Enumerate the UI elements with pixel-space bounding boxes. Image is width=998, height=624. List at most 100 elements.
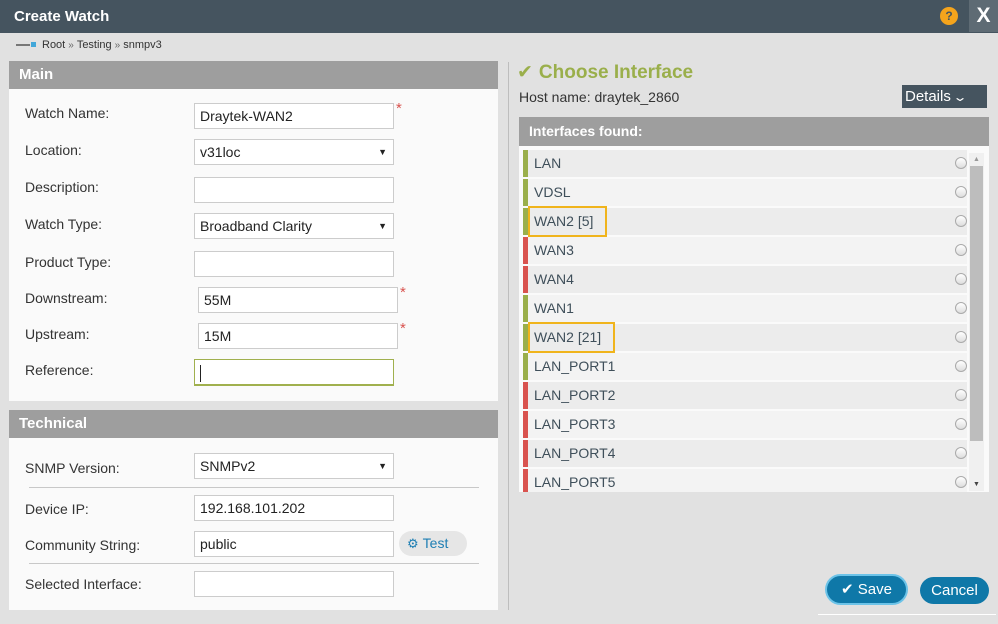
interface-row[interactable]: WAN4 [523, 266, 967, 293]
interface-name: WAN1 [534, 300, 574, 316]
interface-row[interactable]: WAN2 [5] [523, 206, 967, 237]
selected-interface-input[interactable] [194, 571, 394, 597]
breadcrumb-item-testing[interactable]: Testing [77, 39, 112, 51]
status-indicator [523, 440, 528, 467]
required-marker: * [400, 320, 406, 337]
interface-row[interactable]: VDSL [523, 179, 967, 206]
interface-name: LAN_PORT4 [534, 445, 616, 461]
interface-list-scrollbar[interactable]: ▲ ▼ [969, 153, 984, 491]
highlight-box [528, 206, 607, 237]
breadcrumb-separator: » [114, 39, 121, 51]
breadcrumb: Root » Testing » snmpv3 [16, 39, 162, 51]
interface-radio[interactable] [955, 302, 967, 314]
interface-row[interactable]: LAN_PORT2 [523, 382, 967, 409]
status-indicator [523, 150, 528, 177]
device-ip-label: Device IP: [25, 501, 89, 517]
interface-list: LAN VDSL WAN2 [5] WAN3 WAN4 WAN1 WAN2 [21] LAN_… [519, 146, 989, 492]
interface-name: LAN [534, 155, 562, 171]
interface-radio[interactable] [955, 447, 967, 459]
interface-radio[interactable] [955, 186, 967, 198]
scroll-down-arrow-icon[interactable]: ▼ [969, 478, 984, 491]
status-indicator [523, 179, 528, 206]
product-type-input[interactable] [194, 251, 394, 277]
interface-row[interactable]: WAN2 [21] [523, 322, 967, 353]
status-indicator [523, 382, 528, 409]
status-indicator [523, 353, 528, 380]
upstream-input[interactable]: 15M [198, 323, 398, 349]
scroll-thumb[interactable] [970, 166, 983, 441]
snmp-version-select[interactable]: SNMPv2 [194, 453, 394, 479]
interfaces-found-header: Interfaces found: [519, 117, 989, 146]
interface-row[interactable]: LAN [523, 150, 967, 177]
dialog-title: Create Watch [14, 8, 110, 25]
main-section [9, 89, 498, 401]
checkmark-icon: ✔ [841, 581, 858, 598]
save-button-label: Save [857, 581, 892, 598]
interface-name: WAN3 [534, 242, 574, 258]
product-type-label: Product Type: [25, 254, 112, 270]
interface-row[interactable]: WAN1 [523, 295, 967, 322]
interface-row[interactable]: WAN3 [523, 237, 967, 264]
required-marker: * [400, 284, 406, 301]
interface-name: LAN_PORT3 [534, 416, 616, 432]
interface-row[interactable]: LAN_PORT4 [523, 440, 967, 467]
status-indicator [523, 411, 528, 438]
interface-row[interactable]: LAN_PORT5 [523, 469, 967, 492]
close-button[interactable]: X [969, 0, 998, 32]
interface-name: LAN_PORT2 [534, 387, 616, 403]
interface-radio[interactable] [955, 418, 967, 430]
test-button-label: Test [422, 535, 449, 551]
community-string-label: Community String: [25, 537, 141, 553]
interface-radio[interactable] [955, 331, 967, 343]
interface-radio[interactable] [955, 476, 967, 488]
interface-radio[interactable] [955, 215, 967, 227]
snmp-version-label: SNMP Version: [25, 460, 120, 476]
reference-input[interactable] [194, 359, 394, 386]
required-marker: * [396, 100, 402, 117]
status-indicator [523, 237, 528, 264]
interface-radio[interactable] [955, 157, 967, 169]
breadcrumb-item-root[interactable]: Root [42, 39, 65, 51]
status-indicator [523, 266, 528, 293]
chevron-down-icon: ⌄ [952, 90, 968, 104]
location-select[interactable]: v31loc [194, 139, 394, 165]
selected-interface-label: Selected Interface: [25, 576, 142, 592]
save-button[interactable]: ✔ Save [827, 576, 906, 603]
details-button[interactable]: Details⌄ [902, 85, 987, 108]
interface-row[interactable]: LAN_PORT3 [523, 411, 967, 438]
help-icon[interactable]: ? [940, 7, 958, 25]
details-button-label: Details [905, 88, 951, 105]
test-button[interactable]: ⚙ Test [399, 531, 467, 556]
text-cursor [200, 364, 201, 382]
status-indicator [523, 295, 528, 322]
watch-type-select[interactable]: Broadband Clarity [194, 213, 394, 239]
cancel-button[interactable]: Cancel [920, 577, 989, 604]
host-name: Host name: draytek_2860 [519, 89, 680, 105]
community-string-input[interactable]: public [194, 531, 394, 557]
choose-interface-title-text: Choose Interface [538, 62, 694, 83]
interface-radio[interactable] [955, 273, 967, 285]
interface-name: VDSL [534, 184, 571, 200]
location-label: Location: [25, 142, 82, 158]
downstream-input[interactable]: 55M [198, 287, 398, 313]
watch-name-input[interactable]: Draytek-WAN2 [194, 103, 394, 129]
breadcrumb-item-snmpv3[interactable]: snmpv3 [123, 39, 162, 51]
description-label: Description: [25, 179, 99, 195]
scroll-up-arrow-icon[interactable]: ▲ [969, 153, 984, 166]
main-section-header: Main [9, 61, 498, 89]
interface-radio[interactable] [955, 244, 967, 256]
device-ip-input[interactable]: 192.168.101.202 [194, 495, 394, 521]
choose-interface-title: ✔ Choose Interface [517, 61, 693, 84]
watch-name-label: Watch Name: [25, 105, 110, 121]
status-indicator [523, 469, 528, 492]
interface-radio[interactable] [955, 389, 967, 401]
column-divider [508, 62, 509, 610]
interface-row[interactable]: LAN_PORT1 [523, 353, 967, 380]
technical-section-header: Technical [9, 410, 498, 438]
description-input[interactable] [194, 177, 394, 203]
interface-radio[interactable] [955, 360, 967, 372]
title-bar: Create Watch ? X [0, 0, 998, 33]
reference-label: Reference: [25, 362, 94, 378]
divider [29, 563, 479, 564]
interface-name: WAN4 [534, 271, 574, 287]
